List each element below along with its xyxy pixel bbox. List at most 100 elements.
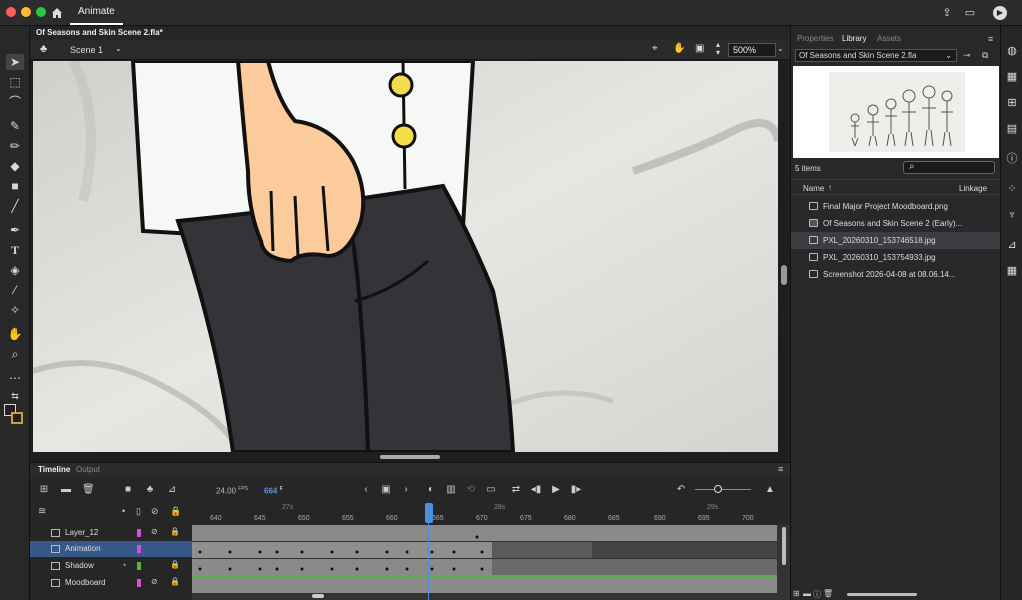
layer-row-layer-12[interactable]: Layer_12 ⊘ 🔒 [30, 525, 192, 541]
delete-icon[interactable]: 🗑 [823, 589, 833, 598]
center-stage-icon[interactable]: ⌖ [652, 43, 658, 54]
frame-grid[interactable]: 27s 28s 29s 640 645 650 655 660 665 670 … [192, 503, 790, 600]
panel-menu-icon[interactable]: ≡ [778, 464, 783, 474]
layer-color-swatch[interactable] [137, 579, 141, 587]
stage-horizontal-scrollbar[interactable] [380, 455, 440, 459]
delete-layer-icon[interactable]: 🗑 [82, 484, 95, 495]
hidden-eye-icon[interactable]: ⊘ [151, 527, 158, 536]
onion-skin-icon[interactable]: ◐ [425, 484, 437, 495]
document-tab[interactable]: Of Seasons and Skin Scene 2.fla* [36, 28, 163, 37]
parenting-icon[interactable]: ♣ [144, 484, 156, 495]
lock-icon[interactable]: 🔒 [170, 560, 180, 569]
loop-icon[interactable]: ⇄ [510, 484, 522, 495]
timeline-horizontal-scrollbar[interactable] [312, 594, 324, 598]
more-tools-icon[interactable]: ⋯ [6, 370, 24, 386]
home-icon[interactable] [50, 6, 64, 20]
pencil-tool-icon[interactable]: ✏ [6, 138, 24, 154]
library-search-input[interactable]: ⌕ [903, 161, 995, 174]
hide-all-icon[interactable]: ⊘ [151, 506, 159, 517]
camera-layer-icon[interactable]: ■ [122, 484, 134, 495]
frame-picker-icon[interactable]: ▦ [1005, 264, 1019, 278]
lock-icon[interactable]: 🔒 [170, 577, 180, 586]
zoom-dropdown-icon[interactable]: ⌄ [777, 44, 784, 53]
tab-timeline[interactable]: Timeline [38, 465, 70, 474]
library-item[interactable]: PXL_20260310_153746518.jpg [791, 232, 1001, 249]
app-tab[interactable]: Animate [70, 1, 123, 25]
selection-tool-icon[interactable]: ➤ [6, 54, 24, 70]
line-tool-icon[interactable]: ╱ [6, 198, 24, 214]
new-folder-icon[interactable]: ▬ [803, 589, 811, 598]
library-item[interactable]: Final Major Project Moodboard.png [791, 198, 1001, 215]
eraser-tool-icon[interactable]: ◆ [6, 158, 24, 174]
library-scrollbar[interactable] [847, 593, 917, 596]
tab-properties[interactable]: Properties [797, 34, 833, 43]
insert-frame-icon[interactable]: ▭ [485, 484, 497, 495]
motion-editor-icon[interactable]: ⊿ [1005, 238, 1019, 252]
layer-color-swatch[interactable] [137, 545, 141, 553]
play-icon[interactable]: ▶ [550, 484, 562, 495]
layer-row-moodboard[interactable]: Moodboard ⊘ 🔒 [30, 575, 192, 591]
zoom-window-button[interactable] [36, 7, 46, 17]
text-tool-icon[interactable]: T [6, 242, 24, 258]
library-item[interactable]: Screenshot 2026-04-08 at 08.06.14... [791, 266, 1001, 283]
panel-menu-icon[interactable]: ≡ [988, 34, 993, 44]
new-library-panel-icon[interactable]: ⧉ [982, 50, 988, 61]
share-icon[interactable]: ⇪ [940, 6, 954, 20]
outline-all-icon[interactable]: ▯ [136, 506, 141, 517]
clip-content-icon[interactable]: ▣ [695, 43, 704, 54]
library-item[interactable]: Of Seasons and Skin Scene 2 (Early)... [791, 215, 1001, 232]
timeline-mountain-icon[interactable]: ▲ [764, 484, 776, 495]
brush-tool-icon[interactable]: ✎ [6, 118, 24, 134]
edit-multiple-frames-icon[interactable]: ▥ [445, 484, 457, 495]
timeline-zoom-slider[interactable] [695, 489, 751, 490]
tab-library[interactable]: Library [842, 34, 866, 43]
playhead[interactable] [425, 503, 433, 600]
tab-assets[interactable]: Assets [877, 34, 901, 43]
next-keyframe-icon[interactable]: › [400, 484, 412, 495]
test-movie-button[interactable]: ▶ [993, 6, 1007, 20]
lock-icon[interactable]: 🔒 [170, 527, 180, 536]
library-item[interactable]: PXL_20260310_153754933.jpg [791, 249, 1001, 266]
current-frame-display[interactable]: 664 F [264, 486, 283, 496]
hidden-eye-icon[interactable]: ⊘ [151, 577, 158, 586]
layer-row-shadow[interactable]: Shadow • 🔒 [30, 558, 192, 574]
timeline-zoom-thumb[interactable] [714, 485, 722, 493]
minimize-window-button[interactable] [21, 7, 31, 17]
visible-dot[interactable]: • [123, 560, 126, 570]
transform-panel-icon[interactable]: ▤ [1005, 122, 1019, 136]
fill-color-swatch[interactable] [11, 412, 23, 424]
chevron-down-icon[interactable]: ⌄ [115, 44, 122, 53]
properties-icon[interactable]: ⓘ [813, 589, 821, 600]
components-icon[interactable]: ♆ [1005, 208, 1019, 222]
layer-color-swatch[interactable] [137, 562, 141, 570]
layer-color-swatch[interactable] [137, 529, 141, 537]
frame-ruler[interactable]: 27s 28s 29s 640 645 650 655 660 665 670 … [192, 503, 790, 525]
paint-bucket-tool-icon[interactable]: ◈ [6, 262, 24, 278]
zoom-input[interactable]: 500% [728, 43, 776, 57]
info-panel-icon[interactable]: ⓘ [1005, 152, 1019, 166]
pin-library-icon[interactable]: ⊸ [963, 50, 971, 61]
rectangle-tool-icon[interactable]: ■ [6, 178, 24, 194]
timeline-vertical-scrollbar[interactable] [782, 527, 786, 565]
align-panel-icon[interactable]: ⊞ [1005, 96, 1019, 110]
step-back-icon[interactable]: ◂▮ [530, 484, 542, 495]
eyedropper-tool-icon[interactable]: ⁄ [6, 282, 24, 298]
prev-keyframe-icon[interactable]: ‹ [360, 484, 372, 495]
swap-colors-icon[interactable]: ⇆ [6, 388, 24, 404]
new-folder-icon[interactable]: ▬ [60, 484, 72, 495]
graph-icon[interactable]: ⊿ [166, 484, 178, 495]
undo-icon[interactable]: ↶ [675, 484, 687, 495]
stage-canvas[interactable] [33, 61, 778, 452]
library-document-select[interactable]: Of Seasons and Skin Scene 2.fla ⌄ [795, 49, 957, 62]
column-linkage[interactable]: Linkage [959, 184, 987, 193]
stage-vertical-scrollbar[interactable] [781, 265, 787, 285]
motion-presets-icon[interactable]: ⁘ [1005, 182, 1019, 196]
new-symbol-icon[interactable]: ⊞ [793, 589, 800, 598]
step-forward-icon[interactable]: ▮▸ [570, 484, 582, 495]
lock-all-icon[interactable]: 🔒 [170, 506, 181, 517]
column-name[interactable]: Name [803, 184, 824, 193]
zoom-tool-icon[interactable]: ⌕ [6, 346, 24, 362]
show-all-dot[interactable]: • [122, 506, 125, 516]
pin-tool-icon[interactable]: ✧ [6, 302, 24, 318]
lasso-tool-icon[interactable]: ⌒ [6, 94, 24, 110]
